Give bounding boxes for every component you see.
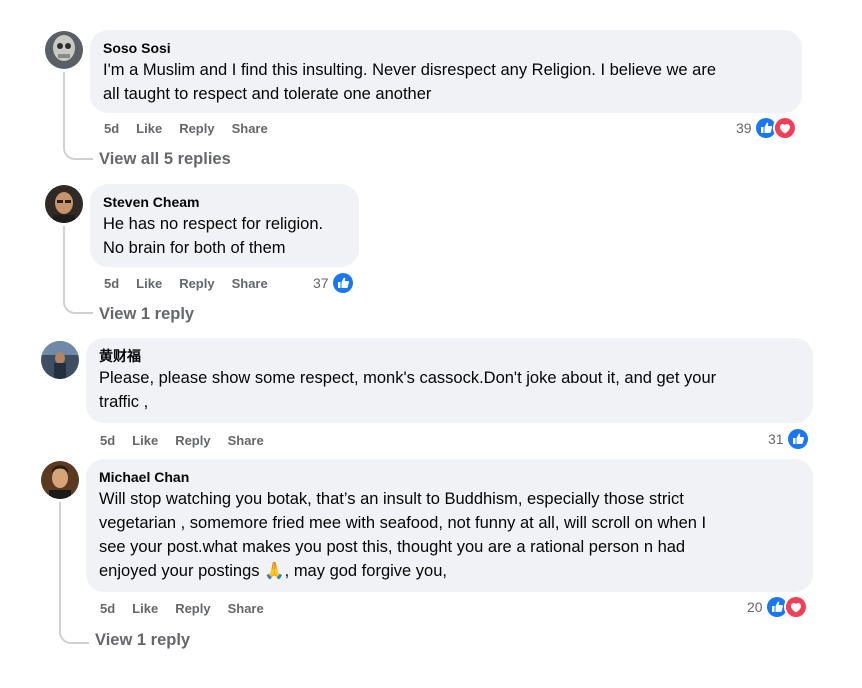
timestamp-link[interactable]: 5d [104,276,119,291]
comment-bubble: Michael Chan Will stop watching you bota… [86,459,813,592]
thread-curve [59,628,89,644]
comment-text: I'm a Muslim and I find this insulting. … [103,61,717,103]
reply-button[interactable]: Reply [179,121,214,136]
reaction-count: 20 [747,599,763,615]
avatar[interactable] [41,461,79,499]
reply-button[interactable]: Reply [179,276,214,291]
view-replies-link[interactable]: View all 5 replies [99,150,231,169]
timestamp-link[interactable]: 5d [100,433,115,448]
thread-curve [63,144,93,160]
comment-actions: 5d Like Reply Share [100,599,281,617]
comment-actions: 5d Like Reply Share [104,119,285,137]
avatar[interactable] [45,31,83,69]
like-button[interactable]: Like [136,121,162,136]
comment-actions: 5d Like Reply Share [104,274,285,292]
share-button[interactable]: Share [228,601,264,616]
reaction-count: 39 [736,120,752,136]
reaction-count: 31 [768,431,784,447]
comment-author[interactable]: Steven Cheam [103,193,346,211]
like-button[interactable]: Like [136,276,162,291]
share-button[interactable]: Share [232,276,268,291]
like-button[interactable]: Like [132,433,158,448]
comment-text: Will stop watching you botak, that’s an … [99,490,707,580]
avatar[interactable] [41,341,79,379]
comment-actions: 5d Like Reply Share [100,431,281,449]
reaction-summary[interactable]: 20 [747,595,808,619]
like-button[interactable]: Like [132,601,158,616]
comment-bubble: Steven Cheam He has no respect for relig… [90,184,359,267]
thread-line [59,502,61,628]
thumbs-up-icon [330,271,355,295]
timestamp-link[interactable]: 5d [100,601,115,616]
thread-line [63,226,65,298]
reply-button[interactable]: Reply [175,433,210,448]
comment-bubble: 黄财福 Please, please show some respect, mo… [86,338,813,423]
thread-curve [63,298,93,314]
reply-button[interactable]: Reply [175,601,210,616]
avatar[interactable] [45,185,83,223]
reaction-summary[interactable]: 39 [736,116,797,140]
view-replies-link[interactable]: View 1 reply [99,305,194,324]
thumbs-up-icon [785,427,810,451]
reaction-count: 37 [313,275,329,291]
reaction-summary[interactable]: 37 [313,271,355,295]
comment-author[interactable]: Soso Sosi [103,39,789,57]
thread-line [63,72,65,144]
reaction-summary[interactable]: 31 [768,427,810,451]
view-replies-link[interactable]: View 1 reply [95,631,190,650]
share-button[interactable]: Share [232,121,268,136]
comment-author[interactable]: 黄财福 [99,347,800,365]
comment-text: He has no respect for religion. No brain… [103,215,324,257]
share-button[interactable]: Share [228,433,264,448]
heart-icon [772,116,797,140]
heart-icon [783,595,808,619]
comment-bubble: Soso Sosi I'm a Muslim and I find this i… [90,30,802,113]
comment-author[interactable]: Michael Chan [99,468,800,486]
comment-text: Please, please show some respect, monk's… [99,369,717,411]
timestamp-link[interactable]: 5d [104,121,119,136]
